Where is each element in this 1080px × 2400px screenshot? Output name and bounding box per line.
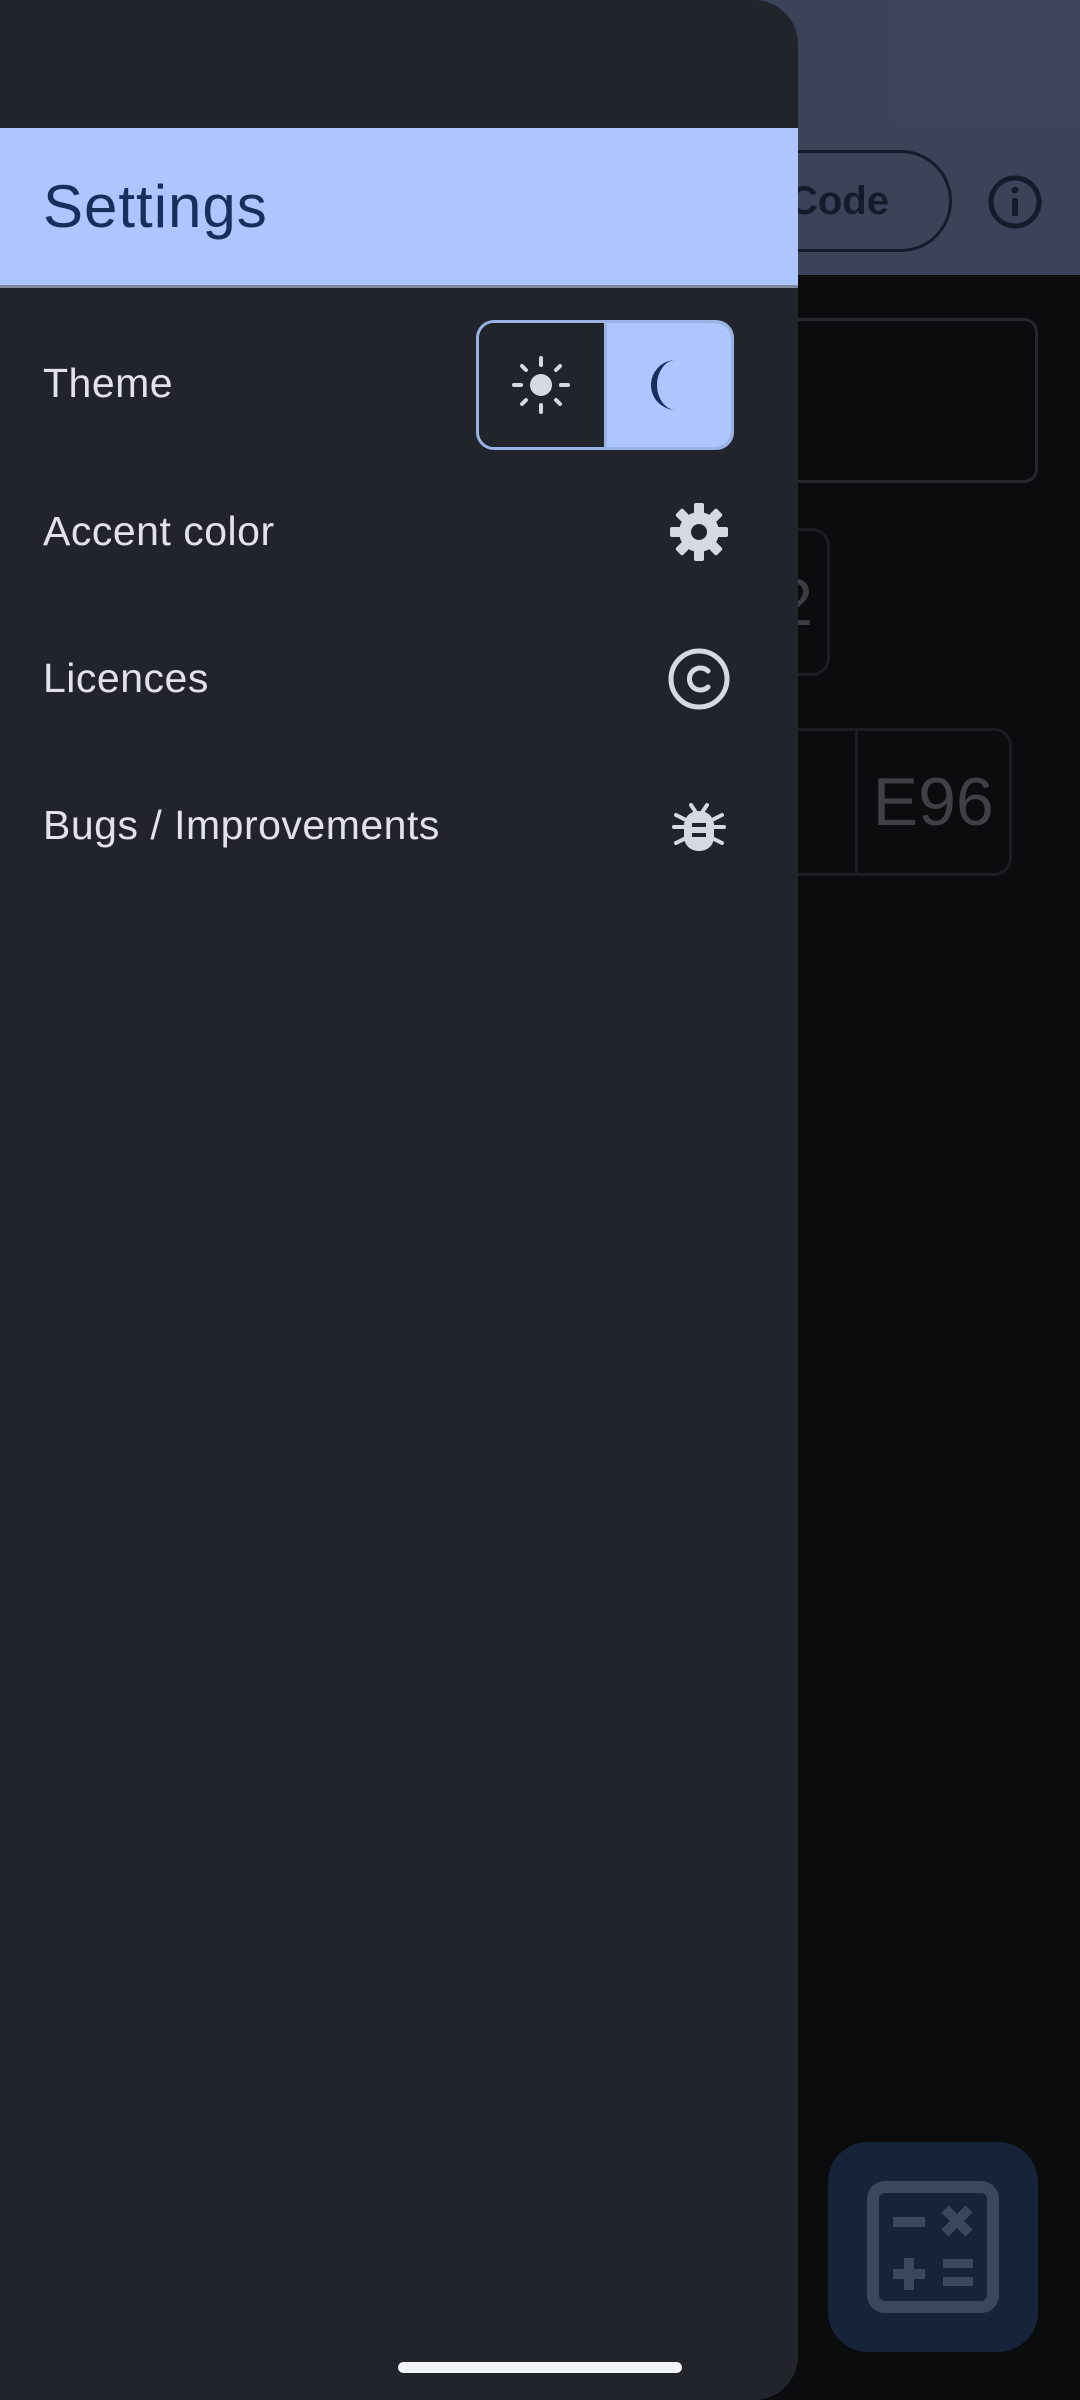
drawer-header: Settings bbox=[0, 128, 798, 288]
bug-icon bbox=[666, 793, 732, 859]
sun-icon bbox=[512, 356, 571, 414]
drawer-item-bugs-improvements[interactable]: Bugs / Improvements bbox=[0, 752, 798, 899]
drawer-item-label: Accent color bbox=[43, 508, 275, 554]
drawer-item-accent-color[interactable]: Accent color bbox=[0, 458, 798, 605]
copyright-icon bbox=[666, 646, 732, 712]
theme-option-light[interactable] bbox=[479, 323, 604, 447]
theme-option-dark[interactable] bbox=[603, 323, 731, 447]
home-indicator[interactable] bbox=[398, 2362, 682, 2373]
page-title: Settings bbox=[43, 173, 268, 240]
gear-icon bbox=[666, 499, 732, 565]
drawer-item-licences[interactable]: Licences bbox=[0, 605, 798, 752]
drawer-item-label: Bugs / Improvements bbox=[43, 802, 440, 848]
theme-toggle[interactable] bbox=[476, 320, 734, 450]
settings-drawer: Settings Theme Accent color Licences Bug… bbox=[0, 0, 798, 2400]
theme-label: Theme bbox=[43, 360, 174, 406]
moon-icon bbox=[650, 360, 676, 410]
drawer-item-label: Licences bbox=[43, 655, 209, 701]
